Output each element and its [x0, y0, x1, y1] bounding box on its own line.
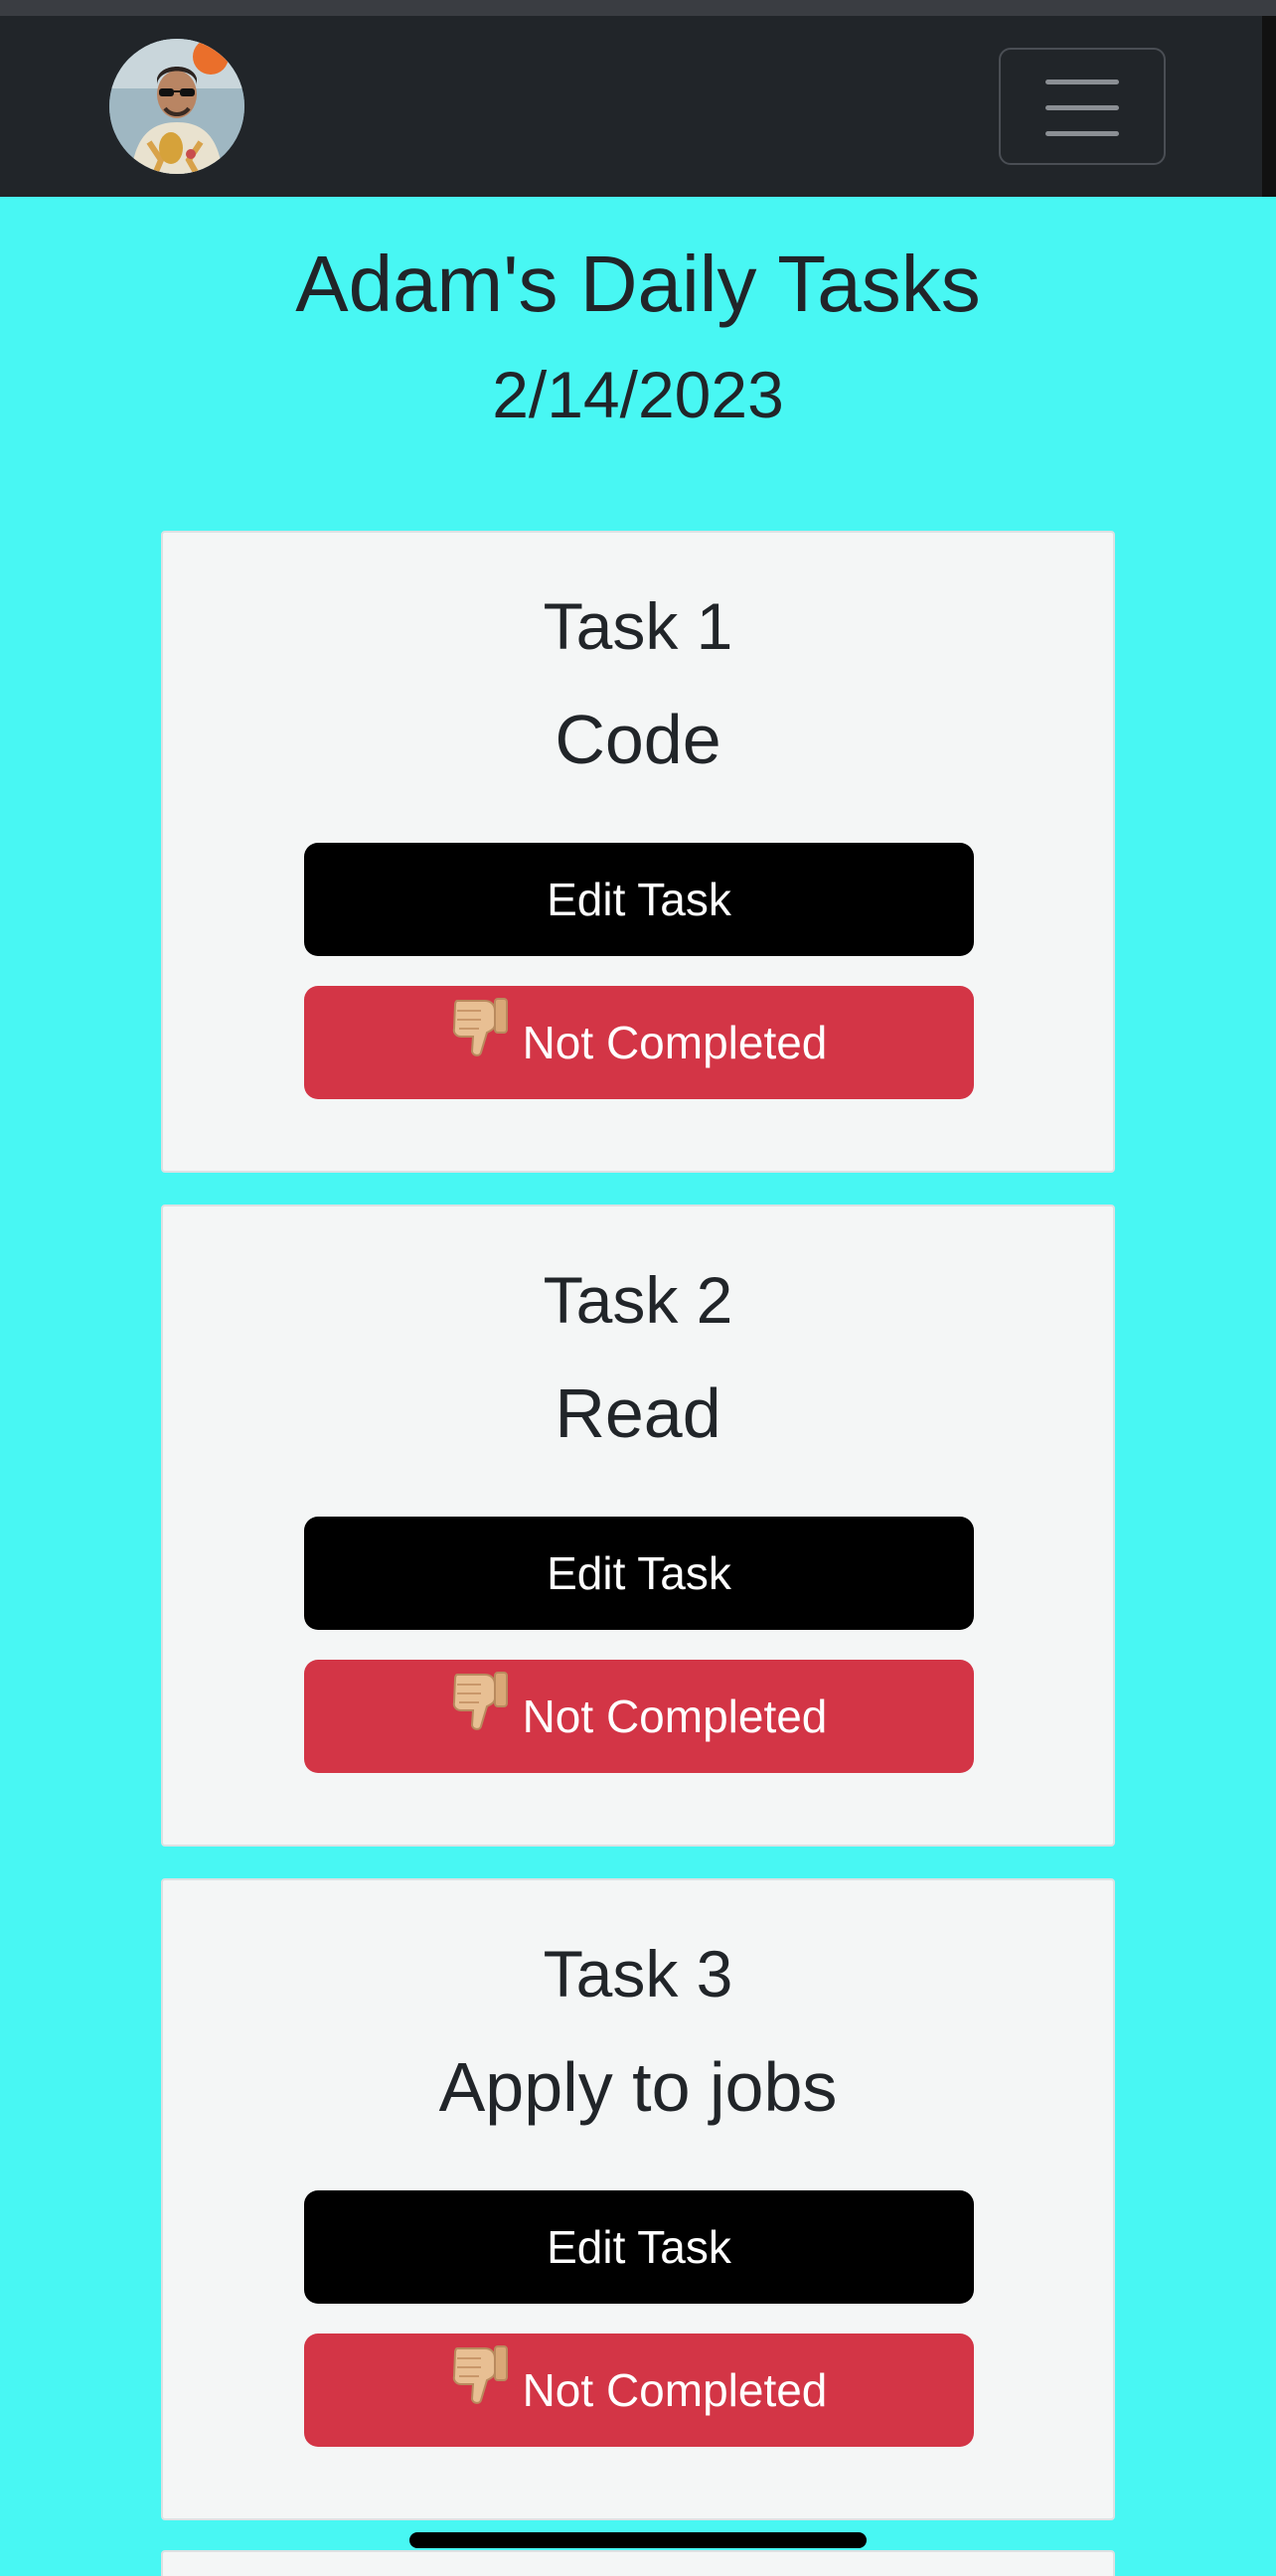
navbar	[0, 16, 1276, 197]
avatar[interactable]	[109, 39, 244, 174]
task-status-button[interactable]: Not Completed	[304, 986, 974, 1099]
edit-task-button[interactable]: Edit Task	[304, 1517, 974, 1630]
task-number: Task 3	[543, 1937, 733, 2011]
task-status-label: Not Completed	[522, 1017, 828, 1068]
hamburger-menu-icon-bar	[1045, 105, 1119, 110]
task-status-button[interactable]: Not Completed	[304, 2334, 974, 2447]
task-card: Task 2 Read Edit Task Not Completed	[161, 1205, 1115, 1847]
home-indicator[interactable]	[409, 2532, 867, 2548]
hamburger-menu-icon	[1045, 80, 1119, 84]
thumbs-down-icon	[451, 986, 509, 1099]
status-bar	[0, 0, 1276, 16]
task-name: Apply to jobs	[438, 2048, 838, 2126]
user-avatar-photo	[109, 39, 244, 174]
task-status-label: Not Completed	[522, 2364, 828, 2416]
task-status-label: Not Completed	[522, 1690, 828, 1742]
thumbs-down-icon	[451, 1660, 509, 1773]
page-date: 2/14/2023	[492, 358, 784, 431]
task-card: Task 1 Code Edit Task Not Completed	[161, 531, 1115, 1173]
edit-task-button[interactable]: Edit Task	[304, 843, 974, 956]
task-number: Task 1	[543, 589, 733, 663]
task-name: Read	[555, 1374, 721, 1452]
page-title: Adam's Daily Tasks	[295, 240, 981, 328]
edit-task-button[interactable]: Edit Task	[304, 2190, 974, 2304]
hamburger-menu-icon-bar	[1045, 131, 1119, 136]
scrollbar-edge	[1262, 16, 1276, 197]
task-card-partial	[161, 2550, 1115, 2576]
task-status-button[interactable]: Not Completed	[304, 1660, 974, 1773]
thumbs-down-icon	[451, 2334, 509, 2447]
menu-toggle-button[interactable]	[999, 48, 1166, 165]
task-number: Task 2	[543, 1263, 733, 1337]
task-name: Code	[555, 701, 721, 778]
task-card: Task 3 Apply to jobs Edit Task Not Compl…	[161, 1878, 1115, 2520]
